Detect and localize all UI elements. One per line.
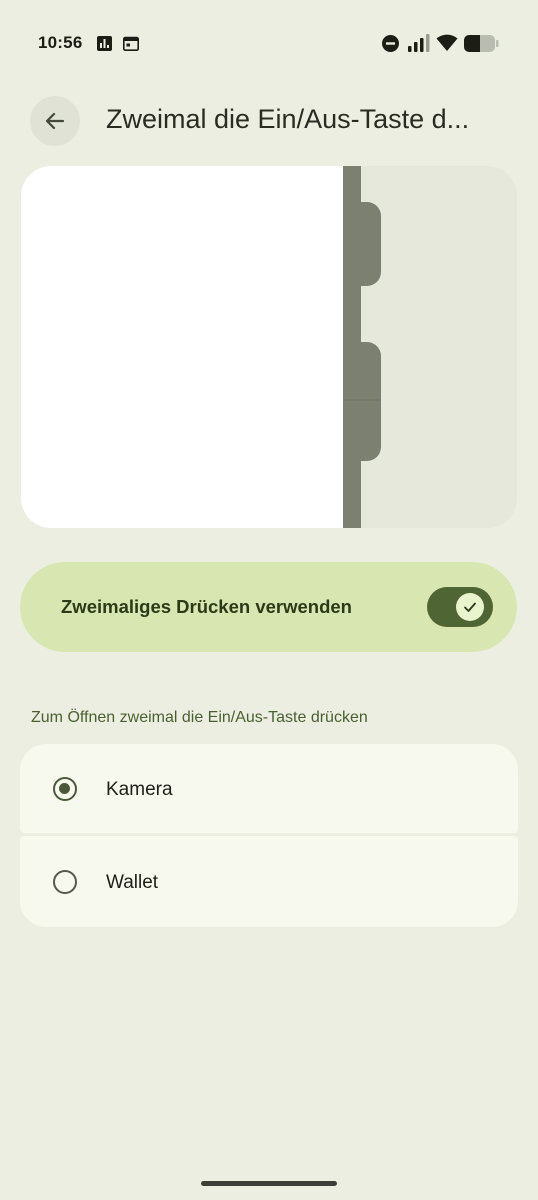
radio-dot: [59, 783, 70, 794]
bar-chart-icon: [97, 36, 112, 51]
radio-button-selected[interactable]: [53, 777, 77, 801]
checkmark-icon: [464, 602, 476, 612]
signal-icon: [408, 34, 430, 52]
do-not-disturb-icon: [382, 35, 399, 52]
arrow-left-icon: [45, 112, 65, 130]
double-press-switch[interactable]: [427, 587, 493, 627]
radio-button[interactable]: [53, 870, 77, 894]
option-label: Kamera: [106, 779, 173, 800]
power-button-illustration: [21, 166, 517, 528]
page-title: Zweimal die Ein/Aus-Taste d...: [106, 104, 470, 134]
switch-thumb: [456, 593, 484, 621]
toggle-label: Zweimaliges Drücken verwenden: [61, 596, 352, 617]
wifi-icon: [436, 34, 458, 51]
battery-icon: [464, 35, 499, 52]
option-kamera[interactable]: Kamera: [20, 744, 518, 833]
status-bar: 10:56: [0, 0, 538, 88]
option-label: Wallet: [106, 872, 159, 893]
section-header: Zum Öffnen zweimal die Ein/Aus-Taste drü…: [31, 709, 368, 726]
back-button[interactable]: [30, 96, 80, 146]
gesture-nav-handle[interactable]: [201, 1181, 337, 1186]
option-wallet[interactable]: Wallet: [20, 836, 518, 927]
calendar-icon: [123, 36, 139, 51]
double-press-toggle-row[interactable]: Zweimaliges Drücken verwenden: [20, 562, 517, 652]
status-time: 10:56: [38, 33, 83, 52]
